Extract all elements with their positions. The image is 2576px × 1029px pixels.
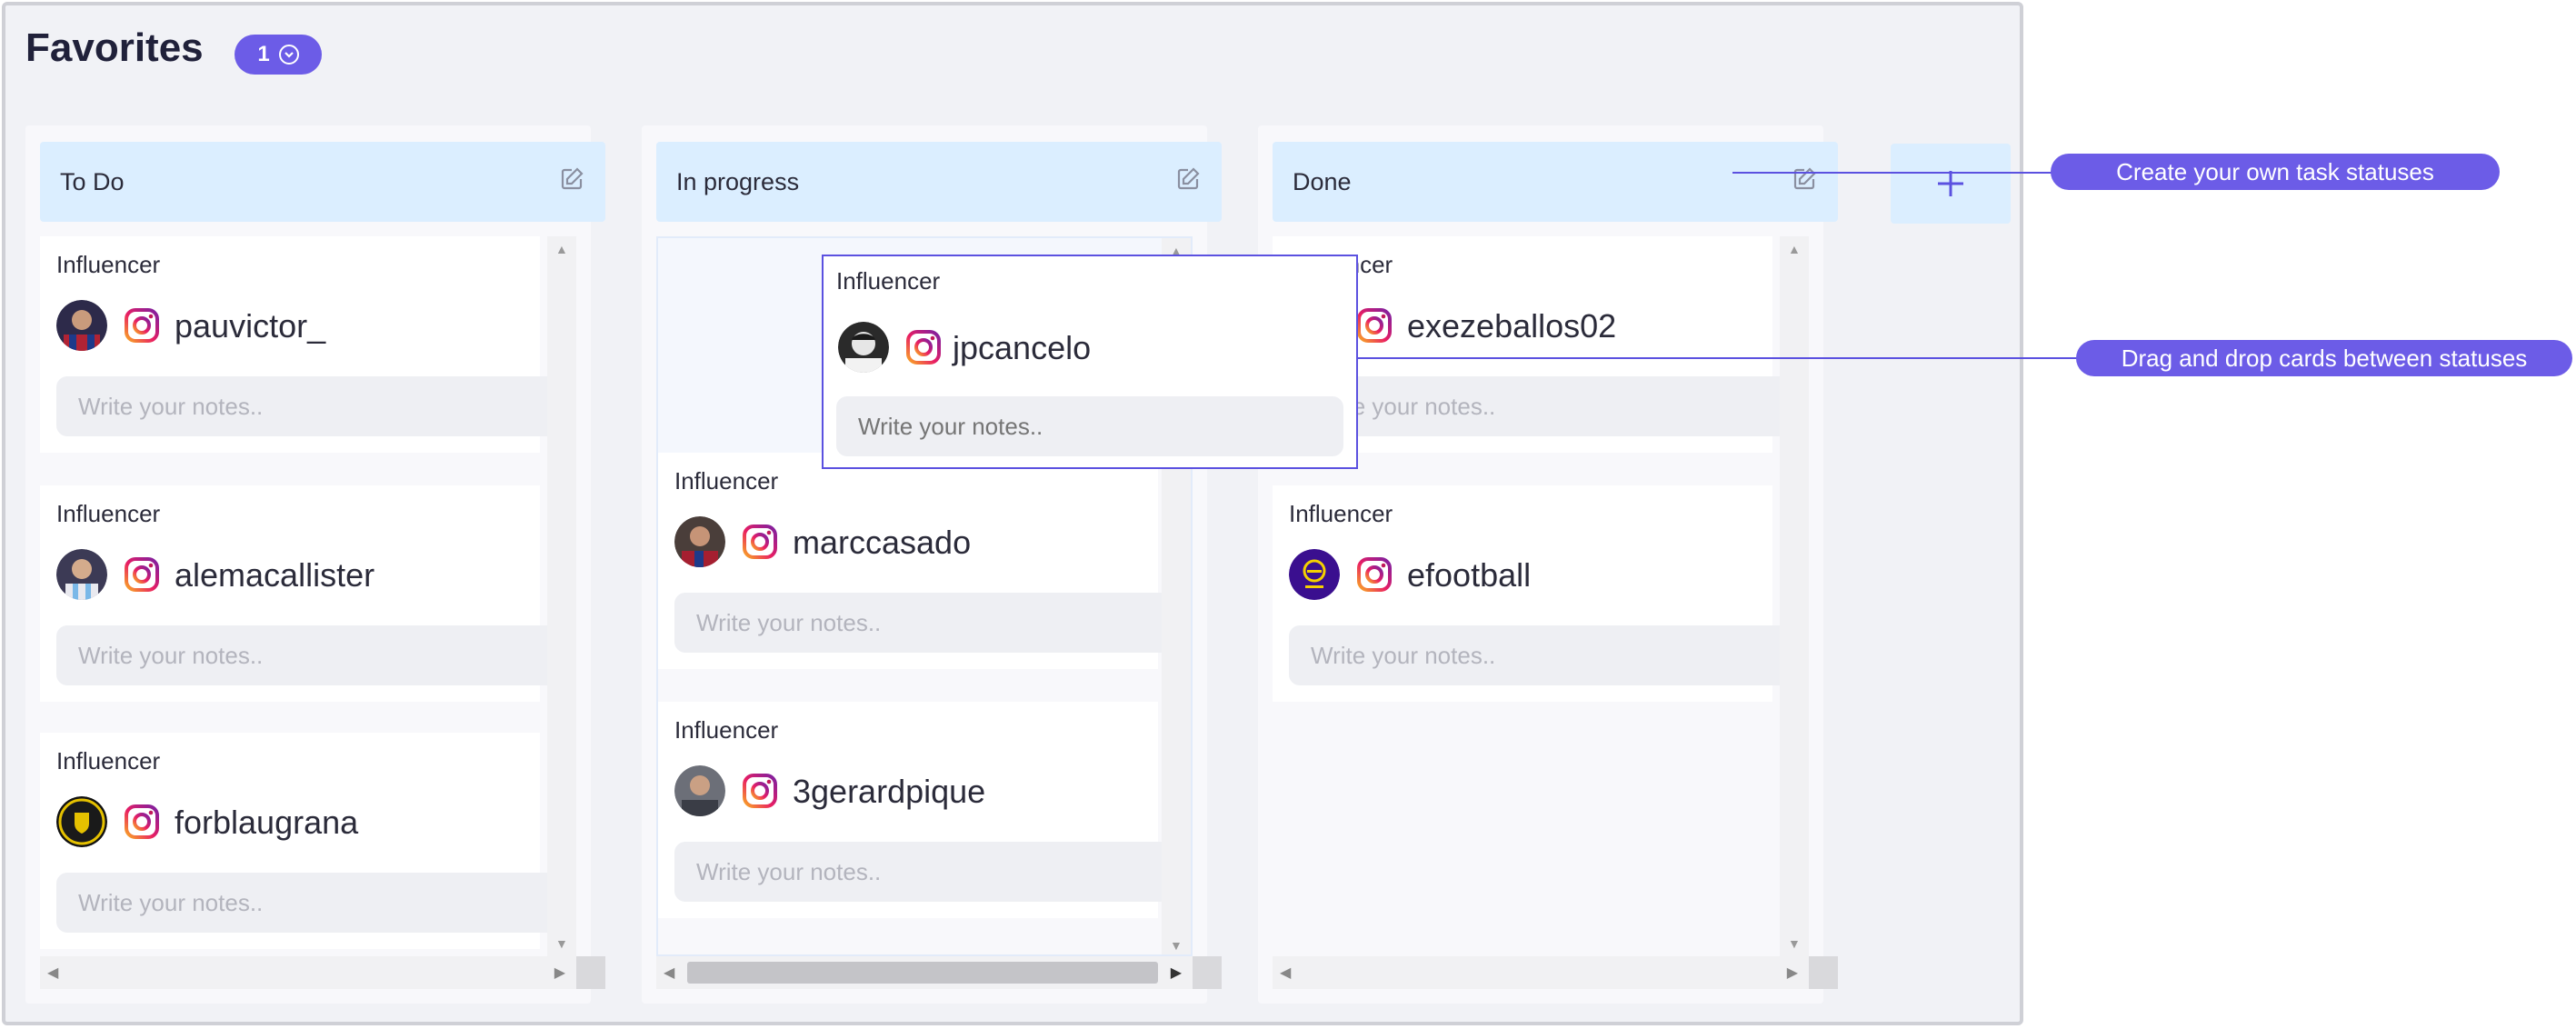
avatar [56,796,107,847]
avatar [56,300,107,351]
scroll-down-icon[interactable]: ▼ [1788,936,1801,951]
influencer-card[interactable]: Influencer forblaugrana [40,733,562,949]
notes-input[interactable] [56,873,562,933]
page-title: Favorites [25,25,204,70]
instagram-icon [1357,308,1392,343]
horizontal-scrollbar[interactable]: ◀ ▶ [40,956,605,989]
vertical-scrollbar[interactable]: ▲ ▼ [1780,236,1809,956]
instagram-icon [125,557,159,592]
notes-input[interactable] [56,376,562,436]
card-type: Influencer [56,251,161,278]
influencer-card[interactable]: Influencer marccasado [658,453,1180,669]
avatar [838,322,889,373]
callout-drag: Drag and drop cards between statuses [2076,340,2572,376]
scroll-left-icon[interactable]: ◀ [664,964,674,982]
column-title: To Do [60,167,125,195]
influencer-handle[interactable]: pauvictor_ [175,307,325,345]
scroll-down-icon[interactable]: ▼ [1170,938,1183,953]
card-type: Influencer [56,500,161,527]
instagram-icon [906,330,941,365]
influencer-card[interactable]: Influencer 3gerardpique [658,702,1180,918]
influencer-handle[interactable]: efootball [1407,556,1531,594]
influencer-card[interactable]: Influencer pauvictor_ [40,236,562,453]
column-header: To Do [40,142,605,222]
notes-input[interactable] [674,842,1180,902]
influencer-handle[interactable]: marccasado [793,524,971,562]
column-header: Done [1273,142,1838,222]
card-type: Influencer [674,467,779,495]
scroll-down-icon[interactable]: ▼ [555,936,568,951]
notes-input[interactable] [1289,376,1794,436]
favorites-count-badge[interactable]: 1 [235,35,322,75]
add-status-button[interactable] [1891,144,2011,224]
instagram-icon [743,524,777,559]
callout-line [1732,172,2052,174]
scroll-up-icon[interactable]: ▲ [555,242,568,256]
scrollbar-corner [1193,956,1222,989]
dragging-card[interactable]: Influencer jpcancelo [822,255,1358,469]
favorites-board: Favorites 1 To Do Influencer pauvictor_ [2,2,2023,1025]
influencer-card[interactable]: Influencer alemacallister [40,485,562,702]
horizontal-scrollbar[interactable]: ◀ ▶ [1273,956,1838,989]
scroll-right-icon[interactable]: ▶ [1171,964,1182,982]
influencer-handle[interactable]: exezeballos02 [1407,307,1616,345]
scroll-right-icon[interactable]: ▶ [1787,964,1798,982]
avatar [1289,549,1340,600]
edit-icon[interactable] [1791,165,1818,199]
influencer-handle[interactable]: 3gerardpique [793,773,985,811]
influencer-handle[interactable]: jpcancelo [953,329,1091,367]
column-body: Influencer pauvictor_ Influencer alemaca… [40,236,576,956]
notes-input[interactable] [56,625,562,685]
scrollbar-thumb[interactable] [687,962,1158,984]
instagram-icon [1357,557,1392,592]
card-type: Influencer [1289,500,1393,527]
scroll-left-icon[interactable]: ◀ [1280,964,1291,982]
column-todo: To Do Influencer pauvictor_ Influencer [25,125,605,1004]
callout-line [1358,357,2078,359]
chevron-down-icon [278,45,299,65]
scroll-up-icon[interactable]: ▲ [1788,242,1801,256]
horizontal-scrollbar[interactable]: ◀ ▶ [656,956,1222,989]
avatar [56,549,107,600]
edit-icon[interactable] [558,165,585,199]
scroll-left-icon[interactable]: ◀ [47,964,58,982]
instagram-icon [743,774,777,808]
column-title: In progress [676,167,800,195]
avatar [674,765,725,816]
scrollbar-corner [1809,956,1838,989]
favorites-count: 1 [257,42,270,66]
card-type: Influencer [56,747,161,774]
card-type: Influencer [674,716,779,744]
instagram-icon [125,308,159,343]
avatar [674,516,725,567]
influencer-handle[interactable]: forblaugrana [175,804,358,842]
notes-input[interactable] [1289,625,1794,685]
instagram-icon [125,804,159,839]
column-title: Done [1293,167,1352,195]
notes-input[interactable] [836,396,1343,456]
influencer-card[interactable]: Influencer efootball [1273,485,1794,702]
callout-statuses: Create your own task statuses [2051,154,2500,190]
column-header: In progress [656,142,1222,222]
influencer-handle[interactable]: alemacallister [175,556,374,594]
notes-input[interactable] [674,593,1180,653]
scrollbar-corner [576,956,605,989]
vertical-scrollbar[interactable]: ▲ ▼ [547,236,576,956]
scroll-right-icon[interactable]: ▶ [554,964,565,982]
edit-icon[interactable] [1174,165,1202,199]
card-type: Influencer [836,267,941,295]
